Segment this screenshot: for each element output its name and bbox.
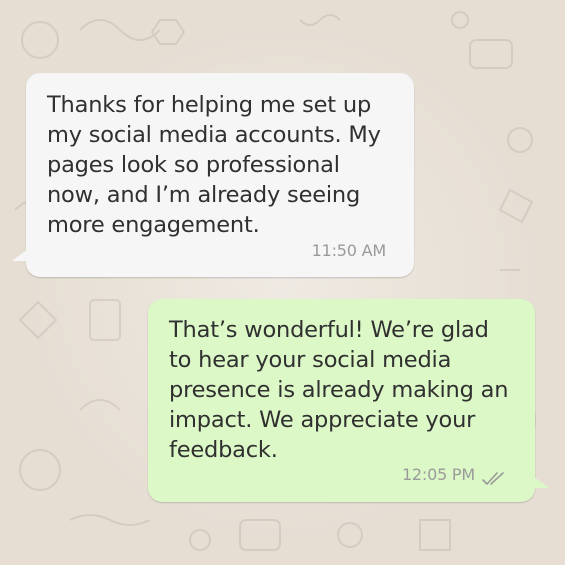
message-timestamp: 12:05 PM bbox=[401, 465, 475, 484]
message-meta: 11:50 AM bbox=[311, 236, 387, 266]
double-check-icon bbox=[481, 467, 513, 485]
message-meta: 12:05 PM bbox=[402, 460, 513, 490]
bubble-tail bbox=[533, 476, 549, 488]
message-text: That’s wonderful! We’re glad to hear you… bbox=[169, 317, 509, 463]
message-text: Thanks for helping me set up my social m… bbox=[47, 92, 381, 238]
message-timestamp: 11:50 AM bbox=[311, 241, 387, 260]
incoming-message-bubble[interactable]: Thanks for helping me set up my social m… bbox=[12, 73, 414, 277]
outgoing-message-bubble[interactable]: That’s wonderful! We’re glad to hear you… bbox=[148, 299, 549, 502]
bubble-tail bbox=[12, 249, 28, 261]
